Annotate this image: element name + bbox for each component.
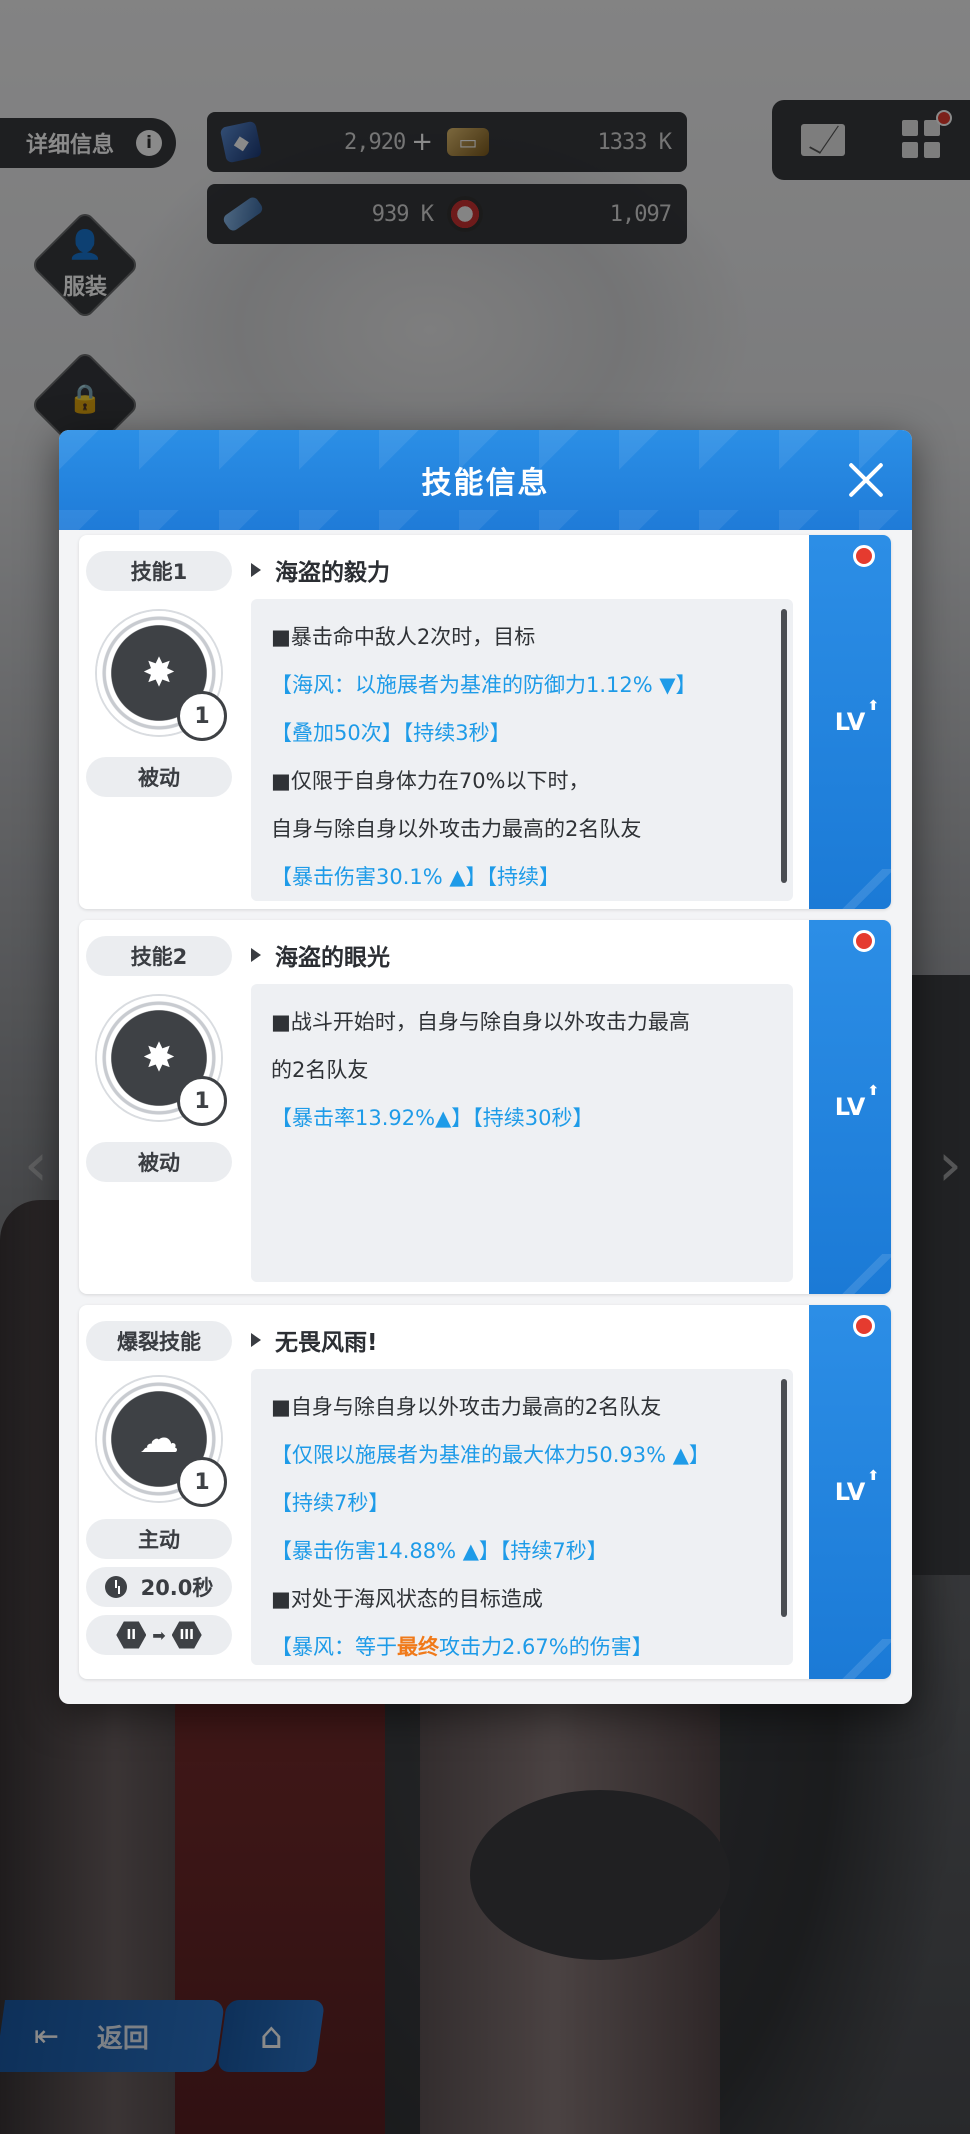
desc-line: 【仅限以施展者为基准的最大体力50.93% ▲】 [271,1443,710,1467]
desc-line: 【海风：以施展者为基准的防御力1.12% ▼】 [271,673,697,697]
skill-type: 被动 [86,1142,232,1182]
desc-line: 【暴击率13.92%▲】【持续30秒】 [271,1106,594,1130]
burst-stage-to-icon: III [171,1621,202,1649]
level-up-label: LV [834,1093,866,1121]
skill-name: 海盗的眼光 [275,945,390,971]
arrow-right-icon: ➡ [152,1625,166,1645]
skill-title: 海盗的眼光 [251,938,390,972]
level-up-label: LV [834,708,866,736]
triangle-icon [251,948,261,962]
level-up-label: LV [834,1478,866,1506]
level-up-button[interactable]: LV ⬆ [809,920,891,1294]
desc-fragment: 【暴风：等于 [271,1635,397,1659]
dialog-header: 技能信息 [59,430,912,530]
desc-line: ■战斗开始时，自身与除自身以外攻击力最高 [271,1010,690,1034]
desc-line: ■暴击命中敌人2次时，目标 [271,625,536,649]
arrow-up-icon: ⬆ [867,1083,880,1099]
arrow-up-icon: ⬆ [867,698,880,714]
skill-summary: 技能1 ✸ 1 被动 [79,535,239,909]
skill-type: 被动 [86,757,232,797]
skill-name: 无畏风雨! [275,1330,378,1356]
level-up-button[interactable]: LV ⬆ [809,1305,891,1679]
skill-description[interactable]: ■暴击命中敌人2次时，目标 【海风：以施展者为基准的防御力1.12% ▼】 【叠… [251,599,793,901]
burst-stage: II ➡ III [86,1615,232,1655]
desc-line: 【暴击伤害14.88% ▲】【持续7秒】 [271,1539,608,1563]
desc-line: 【持续7秒】 [271,1491,390,1515]
notification-dot [853,930,875,952]
desc-line: ■仅限于自身体力在70%以下时， [271,769,590,793]
skill-type: 主动 [86,1519,232,1559]
skill-description[interactable]: ■战斗开始时，自身与除自身以外攻击力最高 的2名队友 【暴击率13.92%▲】【… [251,984,793,1282]
arrow-up-icon: ⬆ [867,1468,880,1484]
cooldown-value: 20.0秒 [140,1576,214,1600]
notification-dot [853,545,875,567]
desc-fragment: 攻击力2.67%的伤害】 [439,1635,653,1659]
skill-card-1: 技能1 ✸ 1 被动 海盗的毅力 ■暴击命中敌人2次时，目标 【海风：以施展者为… [79,535,891,909]
notification-dot [853,1315,875,1337]
skill-level-badge: 1 [177,1457,227,1507]
desc-line: 【暴击伤害30.1% ▲】【持续】 [271,865,561,889]
skill-title: 海盗的毅力 [251,553,390,587]
desc-line: 【暴风：等于最终攻击力2.67%的伤害】 [271,1623,771,1665]
skill-title: 无畏风雨! [251,1323,378,1357]
skill-level-badge: 1 [177,691,227,741]
skill-tag: 爆裂技能 [86,1321,232,1361]
skill-level-badge: 1 [177,1076,227,1126]
triangle-icon [251,563,261,577]
desc-line: 【叠加50次】【持续3秒】 [271,721,511,745]
skill-info-dialog: 技能信息 技能1 ✸ 1 被动 海盗的毅力 ■暴击命中敌人2次时，目标 【海风：… [59,430,912,1704]
scrollbar[interactable] [781,1379,787,1617]
skill-summary: 技能2 ✸ 1 被动 [79,920,239,1294]
skill-card-2: 技能2 ✸ 1 被动 海盗的眼光 ■战斗开始时，自身与除自身以外攻击力最高 的2… [79,920,891,1294]
desc-line: ■对处于海风状态的目标造成 [271,1587,543,1611]
close-icon[interactable] [842,456,890,504]
skill-card-burst: 爆裂技能 ☁ 1 主动 20.0秒 II ➡ III 无畏风雨! ■自身与除自身… [79,1305,891,1679]
skill-name: 海盗的毅力 [275,560,390,586]
triangle-icon [251,1333,261,1347]
skill-summary: 爆裂技能 ☁ 1 主动 20.0秒 II ➡ III [79,1305,239,1679]
scrollbar[interactable] [781,609,787,883]
clock-icon [104,1576,127,1598]
skill-tag: 技能2 [86,936,232,976]
desc-line: ■自身与除自身以外攻击力最高的2名队友 [271,1395,662,1419]
dialog-title: 技能信息 [421,466,550,501]
skill-description[interactable]: ■自身与除自身以外攻击力最高的2名队友 【仅限以施展者为基准的最大体力50.93… [251,1369,793,1665]
skill-cooldown: 20.0秒 [86,1567,232,1607]
desc-highlight: 最终 [397,1635,439,1659]
desc-line: 自身与除自身以外攻击力最高的2名队友 [271,817,642,841]
desc-line: 的2名队友 [271,1058,369,1082]
level-up-button[interactable]: LV ⬆ [809,535,891,909]
skill-tag: 技能1 [86,551,232,591]
burst-stage-from-icon: II [116,1621,147,1649]
